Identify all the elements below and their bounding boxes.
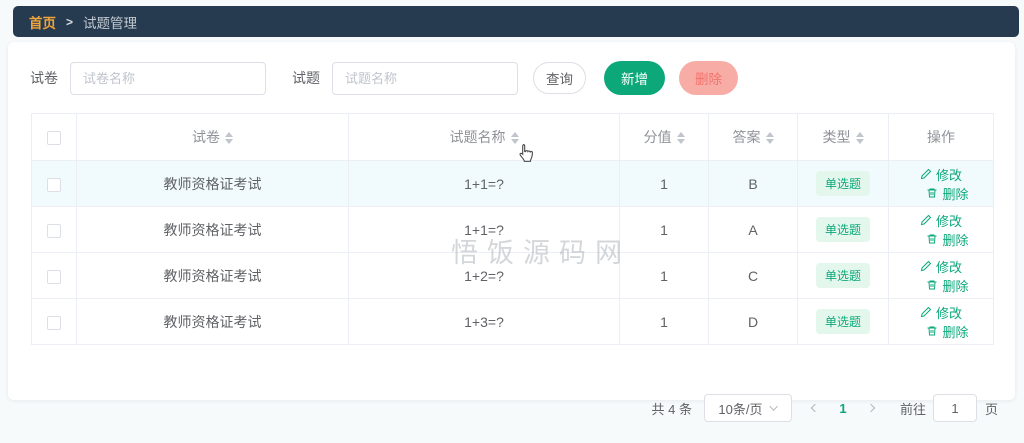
prev-page-button[interactable] (802, 394, 828, 422)
trash-icon (927, 280, 937, 290)
cell-paper: 教师资格证考试 (76, 298, 349, 345)
row-checkbox[interactable] (47, 223, 61, 238)
total-count: 共 4 条 (651, 401, 692, 417)
goto-label: 前往 (899, 401, 926, 417)
column-header-actions: 操作 (888, 113, 994, 161)
delete-link[interactable]: 删除 (926, 184, 969, 203)
question-name-input[interactable] (332, 61, 518, 95)
column-header-answer[interactable]: 答案 (708, 113, 798, 161)
sort-icon[interactable] (510, 132, 519, 145)
questions-table: 试卷 试题名称 分值 答案 类型 操作 教师资格证考试 1+1=? 1 B 单选… (31, 113, 1015, 345)
table-row[interactable]: 教师资格证考试 1+3=? 1 D 单选题 修改 删除 (31, 298, 994, 345)
cell-answer: B (708, 160, 798, 207)
trash-icon (927, 234, 937, 244)
next-page-button[interactable] (858, 394, 884, 422)
type-badge: 单选题 (815, 263, 870, 288)
chevron-down-icon (768, 402, 778, 411)
cell-answer: A (708, 206, 798, 253)
table-row[interactable]: 教师资格证考试 1+1=? 1 A 单选题 修改 删除 (31, 206, 994, 253)
column-header-score[interactable]: 分值 (619, 113, 709, 161)
table-row[interactable]: 教师资格证考试 1+1=? 1 B 单选题 修改 删除 (31, 160, 994, 207)
table-header-row: 试卷 试题名称 分值 答案 类型 操作 (31, 113, 994, 161)
select-all-checkbox[interactable] (47, 131, 61, 146)
query-button[interactable]: 查询 (533, 62, 586, 94)
breadcrumb-current: 试题管理 (83, 15, 138, 31)
column-header-question[interactable]: 试题名称 (348, 113, 620, 161)
type-badge: 单选题 (815, 217, 870, 242)
content-panel: 试卷 试题 查询 新增 删除 试卷 试题名称 (8, 42, 1015, 422)
goto-page-input[interactable] (932, 394, 977, 422)
page-unit-label: 页 (984, 401, 998, 417)
delete-button[interactable]: 删除 (679, 61, 738, 95)
trash-icon (927, 188, 937, 198)
cell-paper: 教师资格证考试 (76, 206, 349, 253)
page-size-select[interactable]: 10条/页 (703, 394, 792, 422)
type-badge: 单选题 (815, 309, 870, 334)
cell-score: 1 (619, 206, 709, 253)
cell-answer: C (708, 252, 798, 299)
paper-label: 试卷 (30, 70, 58, 86)
edit-pencil-icon (920, 260, 932, 272)
type-badge: 单选题 (815, 171, 870, 196)
chevron-left-icon (810, 403, 820, 413)
delete-link[interactable]: 删除 (926, 322, 969, 341)
sort-icon[interactable] (225, 132, 233, 145)
edit-pencil-icon (920, 306, 932, 318)
row-checkbox[interactable] (47, 269, 61, 284)
delete-link[interactable]: 删除 (926, 230, 969, 249)
cell-question: 1+3=? (348, 298, 620, 345)
edit-link[interactable]: 修改 (920, 211, 962, 230)
column-header-type[interactable]: 类型 (797, 113, 889, 161)
question-label: 试题 (292, 70, 320, 86)
cell-score: 1 (619, 160, 709, 207)
row-checkbox[interactable] (47, 315, 61, 330)
edit-link[interactable]: 修改 (920, 303, 962, 322)
chevron-right-icon (866, 403, 876, 413)
breadcrumb: 首页 > 试题管理 (13, 6, 1019, 37)
cell-question: 1+2=? (348, 252, 620, 299)
sort-icon[interactable] (855, 132, 864, 145)
cell-question: 1+1=? (348, 206, 620, 253)
add-button[interactable]: 新增 (604, 61, 665, 95)
edit-link[interactable]: 修改 (920, 165, 962, 184)
cell-paper: 教师资格证考试 (76, 252, 349, 299)
edit-link[interactable]: 修改 (920, 257, 962, 276)
edit-pencil-icon (920, 214, 932, 226)
edit-pencil-icon (920, 168, 932, 180)
column-header-paper[interactable]: 试卷 (76, 113, 349, 161)
sort-icon[interactable] (765, 132, 774, 145)
pagination: 共 4 条 10条/页 1 前往 页 (651, 394, 998, 422)
table-row[interactable]: 教师资格证考试 1+2=? 1 C 单选题 修改 删除 (31, 252, 994, 299)
trash-icon (927, 326, 937, 336)
cell-paper: 教师资格证考试 (76, 160, 349, 207)
sort-icon[interactable] (676, 132, 685, 145)
delete-link[interactable]: 删除 (926, 276, 969, 295)
paper-name-input[interactable] (70, 61, 266, 95)
cell-score: 1 (619, 252, 709, 299)
row-checkbox[interactable] (47, 177, 61, 192)
breadcrumb-home-link[interactable]: 首页 (29, 12, 56, 32)
cell-score: 1 (619, 298, 709, 345)
cell-question: 1+1=? (348, 160, 620, 207)
breadcrumb-separator: > (66, 14, 74, 29)
search-toolbar: 试卷 试题 查询 新增 删除 (8, 42, 1015, 95)
page-number-current[interactable]: 1 (834, 401, 852, 416)
cell-answer: D (708, 298, 798, 345)
